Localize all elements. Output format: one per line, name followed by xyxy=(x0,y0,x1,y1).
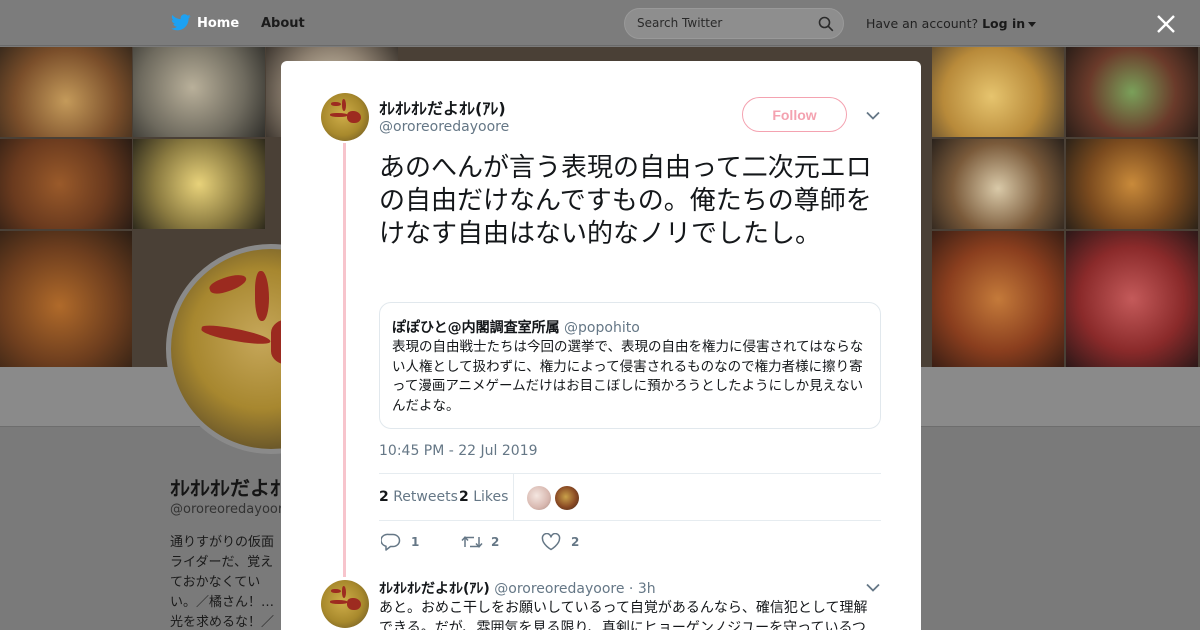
like-count: 2 xyxy=(571,535,580,549)
profile-handle[interactable]: @ororeoredayoore xyxy=(170,502,282,517)
liker-avatar[interactable] xyxy=(527,486,551,510)
chevron-down-icon[interactable] xyxy=(866,111,880,120)
retweet-count: 2 xyxy=(491,535,500,549)
quoted-tweet[interactable]: ぽぽひと@内閣調査室所属 @popohito 表現の自由戦士たちは今回の選挙で、… xyxy=(379,302,881,429)
banner-photo xyxy=(932,47,1064,137)
avatar-sauce xyxy=(207,270,249,298)
reply-count: 1 xyxy=(411,535,420,549)
retweet-icon xyxy=(461,536,483,548)
avatar-sauce xyxy=(347,598,361,610)
chevron-down-icon[interactable] xyxy=(866,583,880,592)
login-link[interactable]: Log in xyxy=(982,16,1025,31)
tweet-timestamp[interactable]: 10:45 PM - 22 Jul 2019 xyxy=(379,443,538,459)
banner-photo xyxy=(1066,47,1198,137)
tweet-author-avatar[interactable] xyxy=(321,93,369,141)
liker-avatar[interactable] xyxy=(555,486,579,510)
tweet-modal: ｵﾚｵﾚｵﾚだよｵﾚ(ｱﾚ) @ororeoredayoore Follow あ… xyxy=(281,61,921,630)
search-icon[interactable] xyxy=(818,16,834,32)
banner-photo xyxy=(133,47,265,137)
reply-author-avatar[interactable] xyxy=(321,580,369,628)
thread-line xyxy=(343,143,346,577)
tweet-author-name[interactable]: ｵﾚｵﾚｵﾚだよｵﾚ(ｱﾚ) xyxy=(379,95,506,119)
avatar-sauce xyxy=(331,589,341,593)
reply-author-handle[interactable]: @ororeoredayoore xyxy=(494,581,624,597)
avatar-sauce xyxy=(342,586,346,598)
banner-photo xyxy=(1066,139,1198,229)
banner-photo xyxy=(1066,231,1198,367)
quoted-author-handle: @popohito xyxy=(564,320,640,336)
nav-about-link[interactable]: About xyxy=(261,16,305,31)
reply-text: あと。おめこ干しをお願いしているって自覚があるんなら、確信犯として理解できる。だ… xyxy=(379,600,868,630)
quoted-tweet-header: ぽぽひと@内閣調査室所属 @popohito xyxy=(392,317,640,337)
banner-photo xyxy=(0,139,132,229)
banner-photo xyxy=(932,139,1064,229)
stats-divider xyxy=(513,474,514,520)
reply-time[interactable]: 3h xyxy=(638,581,656,597)
retweets-stat[interactable]: 2 Retweets xyxy=(379,489,458,505)
profile-bio: 通りすがりの仮面ライダーだ、覚えておかなくていい。／橘さん！…光を求めるな！／お… xyxy=(170,535,275,628)
banner-photo xyxy=(0,47,132,137)
avatar-sauce xyxy=(330,113,348,117)
banner-photo xyxy=(133,139,265,229)
avatar-sauce xyxy=(255,271,269,321)
avatar-sauce xyxy=(342,99,346,111)
reply-author-name[interactable]: ｵﾚｵﾚｵﾚだよｵﾚ(ｱﾚ) xyxy=(379,581,490,597)
account-prompt-text: Have an account? xyxy=(866,16,979,31)
tweet-text: あのへんが言う表現の自由って二次元エロの自由だけなんですもの。俺たちの尊師をけな… xyxy=(379,153,872,249)
close-icon[interactable] xyxy=(1156,14,1176,34)
heart-icon xyxy=(541,533,561,551)
account-prompt: Have an account? Log in xyxy=(866,16,1037,31)
avatar-sauce xyxy=(330,600,348,604)
tweet-actions: 1 2 2 xyxy=(379,521,881,563)
quoted-tweet-text: 表現の自由戦士たちは今回の選挙で、表現の自由を権力に侵害されてはならない人権とし… xyxy=(392,339,864,414)
tweet-stats: 2 Retweets 2 Likes xyxy=(379,473,881,521)
reply-header: ｵﾚｵﾚｵﾚだよｵﾚ(ｱﾚ) @ororeoredayoore · 3h xyxy=(379,581,656,597)
twitter-bird-icon[interactable] xyxy=(171,14,191,31)
tweet-author-handle[interactable]: @ororeoredayoore xyxy=(379,119,509,135)
retweets-label: Retweets xyxy=(393,489,458,505)
search-input[interactable]: Search Twitter xyxy=(624,8,844,39)
likes-label: Likes xyxy=(473,489,509,505)
banner-photo xyxy=(0,231,132,367)
profile-name: ｵﾚｵﾚｵﾚだよｵﾚ(ｱﾚ) xyxy=(170,476,282,500)
top-nav: Home About Search Twitter Have an accoun… xyxy=(0,0,1200,46)
follow-button[interactable]: Follow xyxy=(742,97,847,132)
retweets-count: 2 xyxy=(379,489,389,505)
quoted-author-name: ぽぽひと@内閣調査室所属 xyxy=(392,320,560,336)
avatar-sauce xyxy=(331,102,341,106)
likes-count: 2 xyxy=(459,489,469,505)
search-placeholder: Search Twitter xyxy=(637,16,723,30)
nav-home-link[interactable]: Home xyxy=(197,16,239,31)
chevron-down-icon[interactable] xyxy=(1028,22,1037,27)
avatar-sauce xyxy=(200,323,272,347)
avatar-sauce xyxy=(347,111,361,123)
likes-stat[interactable]: 2 Likes xyxy=(459,489,508,505)
reply-icon xyxy=(381,533,401,551)
banner-photo xyxy=(932,231,1064,367)
